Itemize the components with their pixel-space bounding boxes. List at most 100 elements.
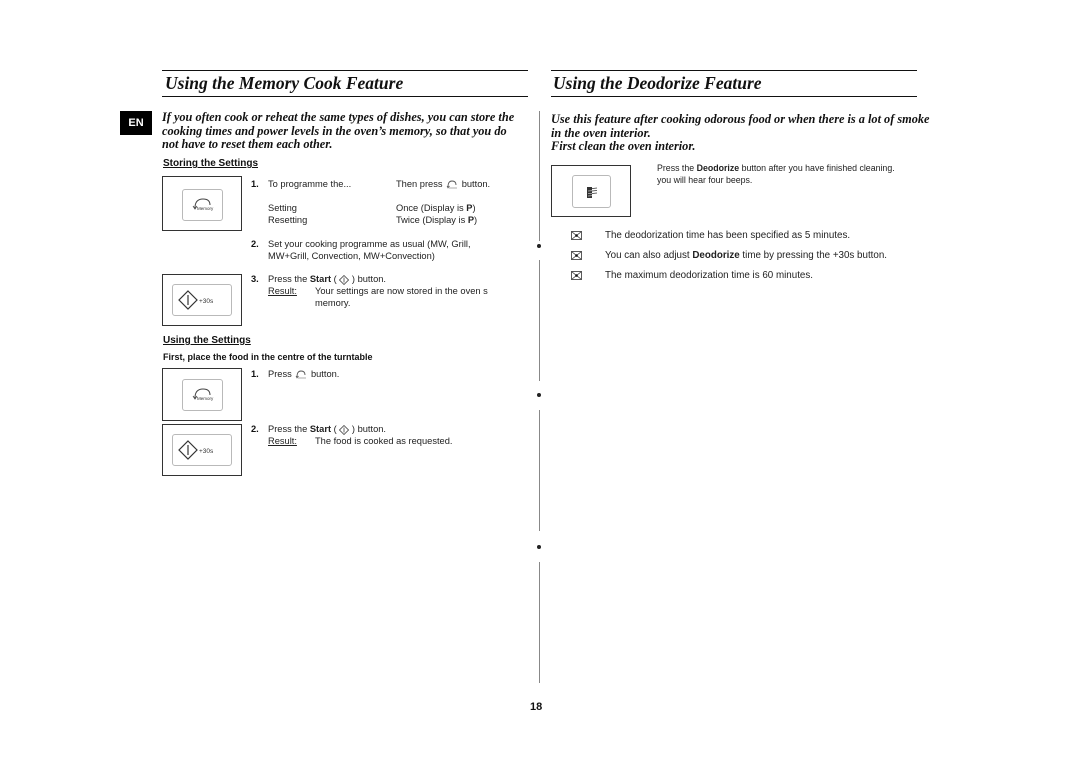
note-icon (571, 231, 582, 240)
paren-close: ) button. (349, 424, 387, 434)
note-text: You can also adjust Deodorize time by pr… (605, 250, 887, 262)
step-text: Press the Start ( ) button. (268, 424, 386, 436)
step-text-pre: Press the (268, 424, 310, 434)
intro-line: cooking times and power levels in the ov… (162, 123, 507, 138)
title-rule-bottom-left (162, 96, 528, 97)
column-divider (539, 410, 540, 531)
result-text: The food is cooked as requested. (315, 436, 453, 446)
column-divider (539, 111, 540, 241)
button-label: button. (461, 179, 491, 189)
deodorize-instruction: Press the Deodorize button after you hav… (657, 163, 895, 186)
result-line: Your settings are now stored in the oven… (315, 286, 488, 296)
page-number: 18 (530, 701, 543, 713)
storing-settings-heading: Storing the Settings (163, 158, 258, 169)
mode-cell: Setting (268, 203, 297, 213)
step-line: Set your cooking programme as usual (MW,… (268, 239, 471, 249)
press-cell: Once (Display is (396, 203, 467, 213)
step-line: MW+Grill, Convection, MW+Convection) (268, 250, 435, 261)
deodorize-icon (586, 186, 597, 198)
deodorize-title: Using the Deodorize Feature (553, 73, 762, 93)
start-button-illustration: +30s (162, 424, 242, 476)
memory-cook-intro: If you often cook or reheat the same typ… (162, 110, 532, 152)
instruction-post: button after you have finished cleaning. (739, 163, 895, 173)
press-cell: Twice (Display is (396, 215, 468, 225)
start-button: +30s (172, 284, 232, 316)
note-icon (571, 271, 582, 280)
intro-line: If you often cook or reheat the same typ… (162, 110, 515, 124)
step-number: 2. (251, 239, 259, 249)
divider-dot (537, 545, 541, 549)
start-button-illustration: +30s (162, 274, 242, 326)
start-icon (339, 274, 350, 285)
instruction-line: Press the Deodorize button after you hav… (657, 163, 895, 175)
step-text: Press button. (268, 369, 339, 381)
press-cell-end: ) (472, 203, 476, 213)
deodorize-label: Deodorize (692, 250, 740, 261)
column-divider (539, 562, 540, 683)
memory-icon: Memory (192, 388, 214, 401)
column-divider (539, 260, 540, 381)
instruction-line: you will hear four beeps. (657, 174, 753, 185)
step-number: 2. (251, 424, 259, 434)
table-header-program: To programme the... (268, 179, 352, 189)
press-label: Then press (396, 179, 443, 189)
start-button: +30s (172, 434, 232, 466)
plus30-label: +30s (199, 448, 214, 455)
title-rule-bottom-right (551, 96, 917, 97)
instruction-pre: Press the (657, 163, 697, 173)
intro-line: Use this feature after cooking odorous f… (551, 112, 930, 126)
step-text-pre: Press (268, 369, 292, 379)
table-row: Resetting (268, 215, 307, 227)
table-row: Setting (268, 203, 297, 215)
memory-cook-title: Using the Memory Cook Feature (165, 73, 404, 93)
note-pre: You can also adjust (605, 250, 693, 261)
mode-cell: Resetting (268, 215, 308, 225)
intro-line: in the oven interior. (551, 125, 651, 140)
memory-icon-label: Memory (197, 396, 214, 401)
deodorize-button-illustration (551, 165, 631, 217)
memory-icon (446, 180, 458, 189)
result-label: Result: (268, 286, 297, 296)
plus30-label: +30s (199, 298, 214, 305)
divider-dot (537, 393, 541, 397)
note-text: The maximum deodorization time is 60 min… (605, 270, 813, 281)
step-text-pre: Press the (268, 274, 310, 284)
intro-line: First clean the oven interior. (551, 139, 696, 153)
title-rule-top-left (162, 70, 528, 71)
note-post: time by pressing the +30s button. (739, 250, 888, 261)
paren-open: ( (331, 424, 340, 434)
result-label: Result: (268, 436, 297, 446)
start-label: Start (309, 424, 332, 434)
paren-open: ( (331, 274, 340, 284)
memory-button-illustration: Memory (162, 368, 242, 421)
press-cell-end: ) (474, 215, 478, 225)
memory-icon: Memory (192, 198, 214, 211)
start-icon (339, 424, 350, 435)
step-text: Press the Start ( ) button. (268, 274, 386, 286)
memory-button-illustration: Memory (162, 176, 242, 231)
step-text-post: button. (310, 369, 340, 379)
result-line: memory. (315, 297, 351, 308)
step-number: 1. (251, 179, 259, 189)
table-header-press: Then press button. (396, 179, 490, 191)
language-badge: EN (120, 111, 152, 135)
deodorize-label: Deodorize (696, 163, 740, 173)
step-number: 3. (251, 274, 259, 284)
table-row: Twice (Display is P) (396, 215, 477, 227)
intro-line: not have to reset them each other. (162, 137, 333, 151)
memory-icon-label: Memory (197, 206, 214, 211)
start-icon: +30s (178, 440, 214, 460)
memory-button: Memory (182, 189, 223, 221)
note-text: The deodorization time has been specifie… (605, 230, 851, 241)
using-settings-note: First, place the food in the centre of t… (163, 352, 373, 362)
step-text: Set your cooking programme as usual (MW,… (268, 239, 471, 262)
paren-close: ) button. (349, 274, 387, 284)
start-icon: +30s (178, 290, 214, 310)
result-text: Your settings are now stored in the oven… (315, 286, 488, 309)
title-rule-top-right (551, 70, 917, 71)
memory-button: Memory (182, 379, 223, 411)
memory-icon (296, 370, 307, 379)
note-icon (571, 251, 582, 260)
deodorize-intro: Use this feature after cooking odorous f… (551, 112, 931, 154)
step-number: 1. (251, 369, 259, 379)
